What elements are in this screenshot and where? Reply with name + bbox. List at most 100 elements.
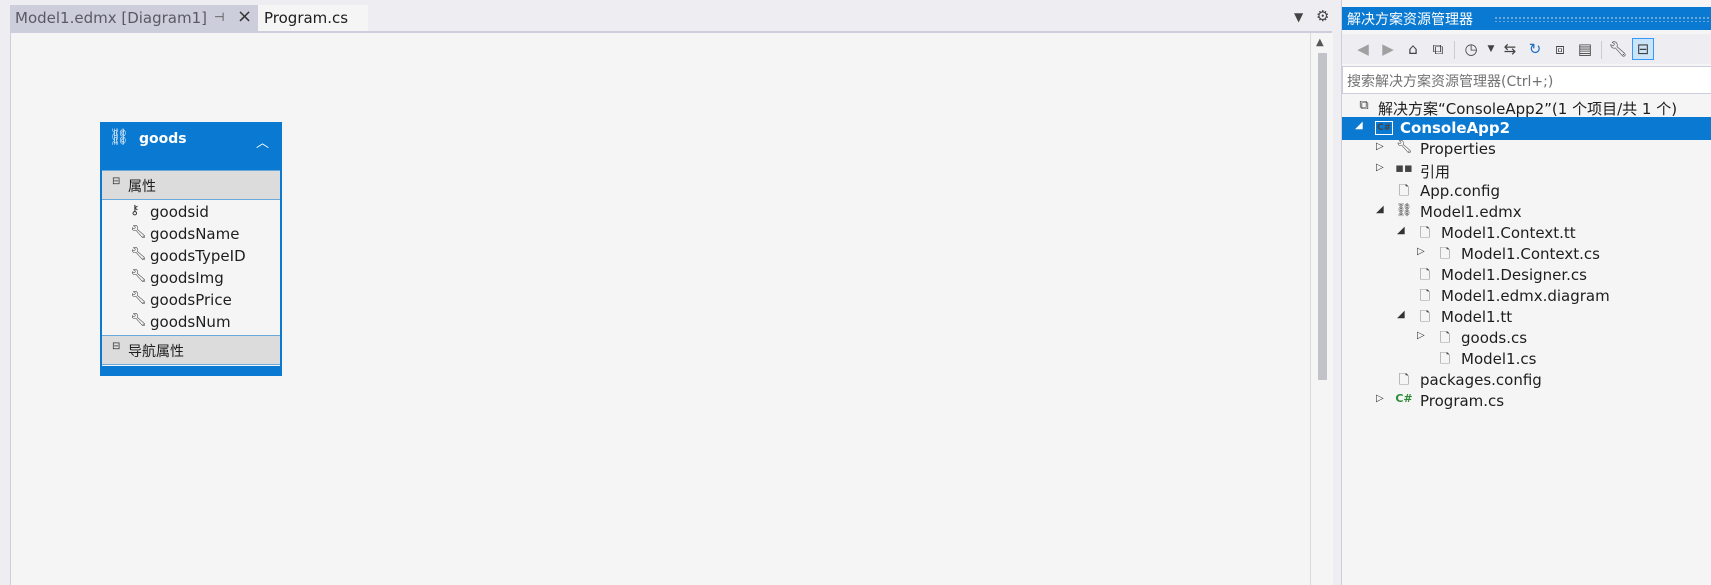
tree-item-label: Model1.cs — [1461, 350, 1537, 368]
refresh-icon[interactable]: ↻ — [1524, 38, 1546, 60]
collapsed-arrow-icon[interactable]: ▷ — [1417, 330, 1429, 341]
minus-icon[interactable]: ⊟ — [112, 176, 120, 187]
expanded-arrow-icon[interactable]: ◢ — [1376, 204, 1388, 215]
show-all-files-icon[interactable]: ▤ — [1574, 38, 1596, 60]
pending-changes-icon[interactable]: ◷ — [1460, 38, 1482, 60]
chevron-down-icon[interactable]: ▼ — [1294, 10, 1303, 24]
section-label: 属性 — [128, 179, 156, 195]
forward-icon[interactable]: ▶ — [1377, 38, 1399, 60]
tree-item-label: packages.config — [1420, 371, 1542, 389]
tree-item-label: Model1.edmx.diagram — [1441, 287, 1610, 305]
tree-item-solution[interactable]: ⧉ 解决方案“ConsoleApp2”(1 个项目/共 1 个) — [1342, 96, 1711, 119]
collapsed-arrow-icon[interactable]: ▷ — [1417, 246, 1429, 257]
tree-item-model1-tt[interactable]: ◢ 🗋︎ Model1.tt — [1342, 306, 1711, 329]
close-icon[interactable]: × — [237, 6, 252, 27]
tree-item-references[interactable]: ▷ ▪▪ 引用 — [1342, 159, 1711, 182]
tree-item-model1-designer-cs[interactable]: 🗋︎ Model1.Designer.cs — [1342, 264, 1711, 287]
tree-item-label: Program.cs — [1420, 392, 1505, 410]
entity-shape-goods[interactable]: ⛓ goods ︿ ⊟ 属性 ⚷ goodsid 🔧︎ goodsName 🔧︎… — [100, 122, 282, 376]
key-icon: ⚷ — [130, 203, 140, 218]
wrench-icon: 🔧︎ — [130, 291, 147, 306]
entity-property[interactable]: 🔧︎ goodsTypeID — [102, 245, 280, 267]
tab-program-cs[interactable]: Program.cs — [258, 5, 368, 31]
entity-header[interactable]: ⛓ goods ︿ — [100, 122, 282, 170]
entity-name: goods — [139, 131, 187, 147]
collapse-icon[interactable]: ︿ — [256, 132, 269, 151]
scrollbar-thumb[interactable] — [1318, 53, 1327, 380]
property-name: goodsImg — [150, 269, 224, 287]
tab-model1-edmx[interactable]: Model1.edmx [Diagram1] ⊣ × — [10, 5, 258, 31]
tree-item-project[interactable]: ◢ C# ConsoleApp2 — [1342, 117, 1711, 140]
preview-icon[interactable]: ⊟ — [1632, 38, 1654, 60]
tree-item-packages-config[interactable]: 🗋︎ packages.config — [1342, 369, 1711, 392]
tree-item-label: Properties — [1420, 140, 1496, 158]
tree-item-model1-edmx[interactable]: ◢ ⛓ Model1.edmx — [1342, 201, 1711, 224]
solution-explorer-toolbar: ◀ ▶ ⌂ ⧉ ◷ ▼ ⇆ ↻ ⧈ ▤ 🔧︎ ⊟ — [1342, 34, 1711, 64]
property-name: goodsTypeID — [150, 247, 246, 265]
panel-title: 解决方案资源管理器 — [1347, 12, 1473, 28]
csharp-file-icon: C# — [1395, 392, 1413, 405]
sync-icon[interactable]: ⇆ — [1499, 38, 1521, 60]
entity-body: ⊟ 属性 ⚷ goodsid 🔧︎ goodsName 🔧︎ goodsType… — [102, 170, 280, 366]
section-navigation-properties[interactable]: ⊟ 导航属性 — [102, 335, 280, 365]
collapsed-arrow-icon[interactable]: ▷ — [1376, 162, 1388, 173]
search-input[interactable]: 搜索解决方案资源管理器(Ctrl+;) — [1342, 66, 1711, 94]
wrench-icon: 🔧︎ — [130, 269, 147, 284]
tree-item-label: App.config — [1420, 182, 1500, 200]
pin-icon[interactable]: ⊣ — [214, 10, 224, 24]
tree-item-model1-edmx-diagram[interactable]: 🗋︎ Model1.edmx.diagram — [1342, 285, 1711, 308]
entity-property[interactable]: 🔧︎ goodsNum — [102, 311, 280, 333]
section-label: 导航属性 — [128, 344, 184, 360]
edmx-icon: ⛓ — [1395, 203, 1413, 218]
back-icon[interactable]: ◀ — [1352, 38, 1374, 60]
entity-property[interactable]: 🔧︎ goodsImg — [102, 267, 280, 289]
expanded-arrow-icon[interactable]: ◢ — [1355, 120, 1367, 131]
wrench-icon: 🔧︎ — [1395, 140, 1413, 155]
tree-item-label: 引用 — [1420, 163, 1451, 181]
tree-item-goods-cs[interactable]: ▷ 🗋︎ goods.cs — [1342, 327, 1711, 350]
property-name: goodsNum — [150, 313, 231, 331]
collapse-all-icon[interactable]: ⧈ — [1549, 38, 1571, 60]
collapsed-arrow-icon[interactable]: ▷ — [1376, 141, 1388, 152]
tree-item-label: Model1.Context.cs — [1461, 245, 1600, 263]
tree-item-label: goods.cs — [1461, 329, 1528, 347]
collapsed-arrow-icon[interactable]: ▷ — [1376, 393, 1388, 404]
references-icon: ▪▪ — [1395, 161, 1413, 176]
tree-item-model1-context-cs[interactable]: ▷ 🗋︎ Model1.Context.cs — [1342, 243, 1711, 266]
toolbar-separator — [1454, 41, 1455, 59]
tree-item-model1-context-tt[interactable]: ◢ 🗋︎ Model1.Context.tt — [1342, 222, 1711, 245]
title-grip — [1494, 16, 1709, 22]
tree-item-label: 解决方案“ConsoleApp2”(1 个项目/共 1 个) — [1378, 100, 1678, 118]
entity-property[interactable]: ⚷ goodsid — [102, 201, 280, 223]
panel-title-bar[interactable]: 解决方案资源管理器 — [1342, 7, 1711, 30]
expanded-arrow-icon[interactable]: ◢ — [1397, 309, 1409, 320]
entity-icon: ⛓ — [109, 127, 130, 146]
tab-label: Program.cs — [264, 9, 349, 27]
tree-item-properties[interactable]: ▷ 🔧︎ Properties — [1342, 138, 1711, 161]
solution-icon: ⧉ — [1359, 98, 1369, 113]
gear-icon[interactable]: ⚙ — [1316, 7, 1329, 25]
home-icon[interactable]: ⌂ — [1402, 38, 1424, 60]
entity-property[interactable]: 🔧︎ goodsPrice — [102, 289, 280, 311]
tree-item-program-cs[interactable]: ▷ C# Program.cs — [1342, 390, 1711, 413]
tab-label: Model1.edmx [Diagram1] — [15, 9, 208, 27]
wrench-icon: 🔧︎ — [130, 247, 147, 262]
minus-icon[interactable]: ⊟ — [112, 341, 120, 352]
property-name: goodsPrice — [150, 291, 232, 309]
vertical-scrollbar[interactable]: ▲ — [1310, 33, 1333, 585]
tree-item-model1-cs[interactable]: 🗋︎ Model1.cs — [1342, 348, 1711, 371]
search-placeholder: 搜索解决方案资源管理器(Ctrl+;) — [1347, 74, 1554, 90]
tree-item-label: Model1.tt — [1441, 308, 1513, 326]
expanded-arrow-icon[interactable]: ◢ — [1397, 225, 1409, 236]
entity-property[interactable]: 🔧︎ goodsName — [102, 223, 280, 245]
wrench-icon: 🔧︎ — [130, 313, 147, 328]
scroll-up-icon[interactable]: ▲ — [1316, 37, 1324, 48]
tree-item-label: Model1.edmx — [1420, 203, 1522, 221]
tree-item-label: ConsoleApp2 — [1400, 119, 1511, 137]
csharp-project-icon: C# — [1375, 121, 1394, 135]
section-properties[interactable]: ⊟ 属性 — [102, 170, 280, 200]
tree-item-label: Model1.Designer.cs — [1441, 266, 1587, 284]
properties-icon[interactable]: 🔧︎ — [1607, 38, 1629, 60]
tree-item-app-config[interactable]: 🗋︎ App.config — [1342, 180, 1711, 203]
switch-view-icon[interactable]: ⧉ — [1427, 38, 1449, 60]
